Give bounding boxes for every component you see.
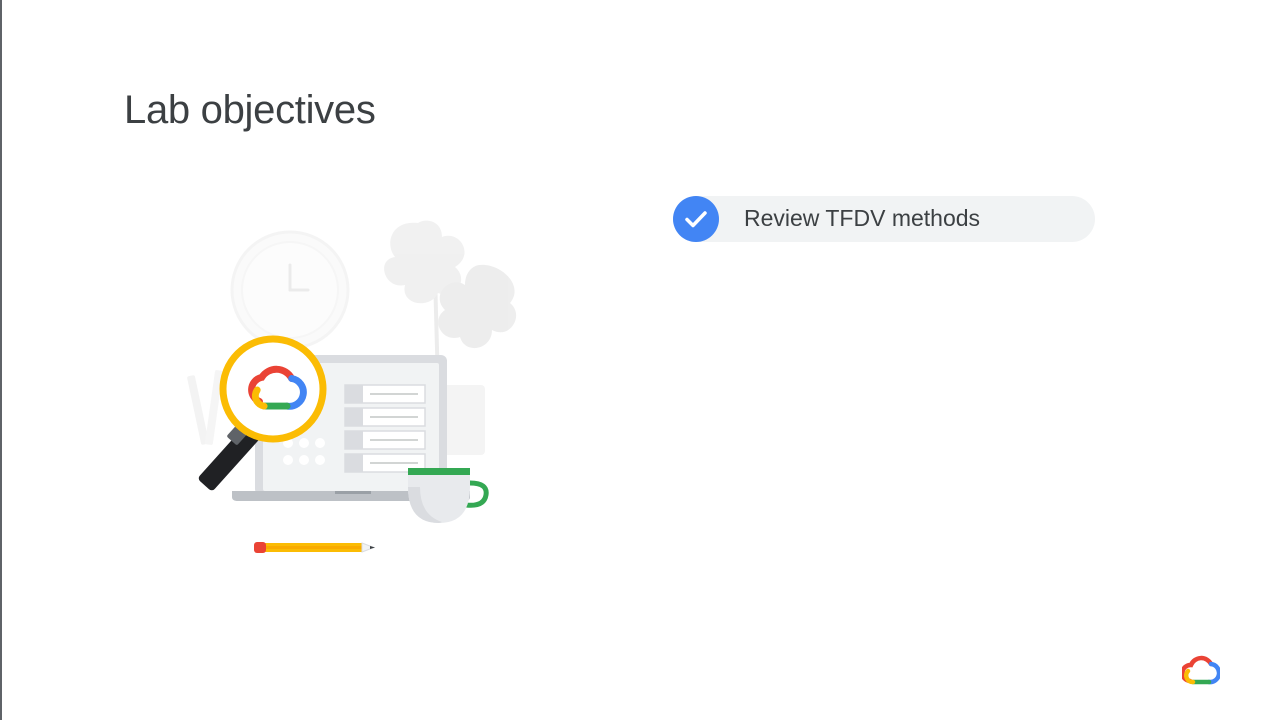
slide: Lab objectives Review TFDV methods	[0, 0, 1280, 720]
google-cloud-logo-icon	[1180, 655, 1222, 687]
objective-label: Review TFDV methods	[744, 205, 981, 231]
clock-icon	[230, 230, 350, 350]
illustration	[180, 215, 530, 560]
check-icon	[673, 196, 719, 242]
coffee-cup-icon	[408, 468, 489, 523]
slide-title: Lab objectives	[124, 88, 376, 132]
slide-edge	[0, 0, 2, 720]
magnifying-glass-laptop-illustration	[187, 220, 517, 553]
objective-item: Review TFDV methods	[673, 196, 1095, 242]
pencil-icon	[254, 542, 376, 553]
